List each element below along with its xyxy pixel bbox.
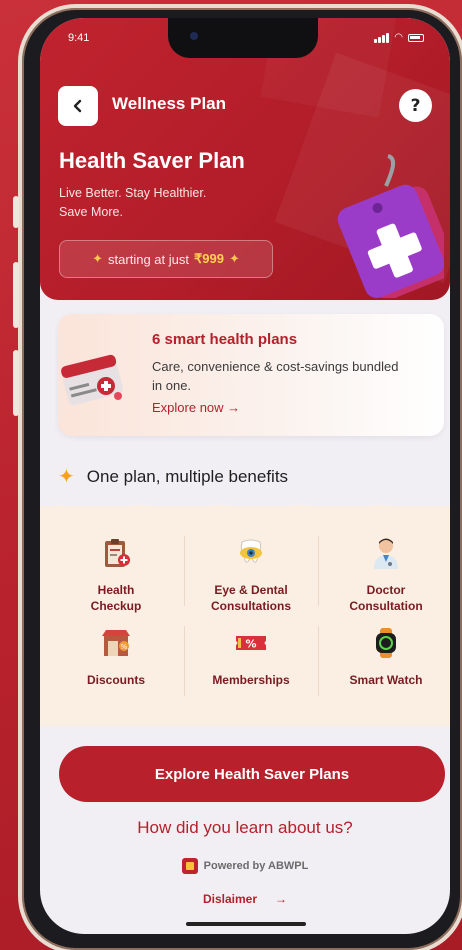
percent-ticket-icon: % [236,636,266,651]
benefits-grid: Health Checkup Eye & Dental Consultation… [40,505,450,726]
clipboard-icon [105,539,130,567]
benefit-label-line: Checkup [90,599,142,613]
benefit-label: Smart Watch [318,672,450,688]
benefit-smart-watch[interactable]: Smart Watch [318,626,450,688]
promo-card[interactable]: 6 smart health plans Care, convenience &… [58,314,444,436]
side-button-volume-down [13,350,19,416]
explore-now-link[interactable]: Explore now → [152,400,240,415]
benefit-eye-dental[interactable]: Eye & Dental Consultations [183,536,319,614]
benefit-label: Eye & Dental Consultations [183,582,319,614]
disclaimer-label: Dislaimer [202,892,258,906]
battery-icon [408,33,424,42]
help-button[interactable]: ? [399,89,432,122]
sparkle-icon: ✦ [228,251,240,266]
medical-tag-icon [337,154,444,298]
benefit-label-line: Smart Watch [349,673,423,687]
benefit-memberships[interactable]: % Memberships [183,626,319,688]
side-button-mute [13,196,19,228]
benefit-label-line: Discounts [86,673,145,687]
benefit-discounts[interactable]: % Discounts [48,626,184,688]
eye-tooth-icon [240,539,262,563]
svg-text:%: % [121,643,128,651]
plan-title: Health Saver Plan [59,148,245,173]
status-time: 9:41 [68,32,90,44]
sparkle-icon: ✦ [92,251,104,266]
abwpl-logo-icon [181,858,198,874]
store-icon: % [102,630,130,656]
benefit-doctor-consultation[interactable]: Doctor Consultation [318,536,450,614]
back-button[interactable] [58,86,98,126]
plan-subtitle-line: Save More. [59,205,123,219]
arrow-right-icon: → [227,400,241,415]
wifi-icon: ◠ [394,32,403,43]
side-button-volume-up [13,262,19,328]
benefit-label-line: Doctor [366,583,406,597]
smartwatch-icon [376,628,396,658]
home-indicator [186,922,306,926]
benefit-label-line: Eye & Dental [214,583,288,597]
benefit-label: Memberships [183,672,319,688]
benefit-label-line: Memberships [212,673,290,687]
notch [168,18,318,58]
price-pill: ✦ starting at just ₹999 ✦ [59,240,273,278]
explore-now-label: Explore now [152,400,224,415]
benefits-title: One plan, multiple benefits [86,466,289,486]
powered-by: Powered by ABWPL [40,858,450,874]
phone-screen: 9:41 ◠ Wellness Plan ? Health Saver Plan… [40,18,450,934]
benefit-label: Discounts [48,672,184,688]
hero-header: Wellness Plan ? Health Saver Plan Live B… [40,18,450,300]
learn-about-us-link[interactable]: How did you learn about us? [40,818,450,838]
arrow-right-icon: → [275,892,288,906]
disclaimer-link[interactable]: Dislaimer → [40,892,450,906]
promo-title: 6 smart health plans [152,331,298,348]
nav-title: Wellness Plan [112,94,227,113]
plan-subtitle-line: Live Better. Stay Healthier. [59,186,207,200]
price-amount: ₹999 [193,251,224,266]
plan-subtitle: Live Better. Stay Healthier. Save More. [59,184,269,222]
powered-by-label: Powered by ABWPL [203,860,309,872]
promo-description: Care, convenience & cost-savings bundled… [152,359,399,393]
svg-text:%: % [245,638,256,651]
benefits-heading: ✦ One plan, multiple benefits [58,464,288,489]
chevron-left-icon [73,99,82,113]
camera-icon [190,32,198,40]
benefit-label-line: Health [97,583,135,597]
benefit-health-checkup[interactable]: Health Checkup [48,536,184,614]
cloud-divider [40,505,450,524]
star-icon: ✦ [58,466,75,488]
explore-plans-button[interactable]: Explore Health Saver Plans [59,746,445,802]
benefit-label-line: Consultation [349,599,423,613]
doctor-icon [374,538,398,569]
benefit-label: Health Checkup [48,582,184,614]
signal-icon [374,32,390,43]
price-prefix: starting at just [108,251,189,267]
benefit-label-line: Consultations [211,599,291,613]
health-card-icon [61,354,123,406]
benefit-label: Doctor Consultation [318,582,450,614]
